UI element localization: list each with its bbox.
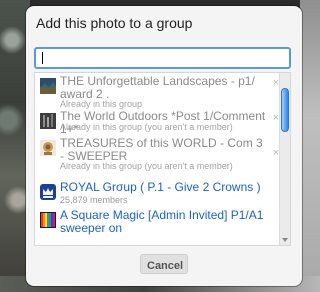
- group-name: TREASURES of this WORLD - Com 3 - SWEEPE…: [60, 136, 263, 163]
- list-scrollbar[interactable]: [279, 73, 290, 245]
- group-name: A Square Magic [Admin Invited] P1/A1 swe…: [60, 208, 264, 235]
- text-caret: [42, 52, 43, 64]
- group-list[interactable]: THE Unforgettable Landscapes - p1/ award…: [34, 72, 291, 246]
- group-item-treasures-world[interactable]: TREASURES of this WORLD - Com 3 - SWEEPE…: [35, 135, 281, 171]
- group-name: ROYAL Grσup ( P.1 - Give 2 Crowns ): [60, 180, 261, 194]
- dialog-title: Add this photo to a group: [36, 15, 193, 31]
- group-item-unforgettable-landscapes[interactable]: THE Unforgettable Landscapes - p1/ award…: [35, 73, 281, 109]
- group-search-field[interactable]: [34, 47, 291, 69]
- royal-crown-icon: [40, 184, 56, 200]
- add-to-group-dialog: Add this photo to a group THE Unforgetta…: [26, 6, 302, 286]
- square-magic-icon: [40, 212, 56, 228]
- scrollbar-thumb[interactable]: [281, 88, 289, 132]
- group-item-square-magic[interactable]: A Square Magic [Admin Invited] P1/A1 swe…: [35, 207, 281, 243]
- cancel-button[interactable]: Cancel: [140, 254, 188, 274]
- landscape-thumb-icon: [40, 78, 56, 94]
- group-status: Already in this group (you aren't a memb…: [60, 122, 233, 132]
- group-status: Already in this group (you aren't a memb…: [60, 161, 233, 171]
- scroll-down-arrow-icon[interactable]: [282, 238, 288, 242]
- outdoors-thumb-icon: [40, 113, 56, 129]
- group-name: THE Unforgettable Landscapes - p1/ award…: [60, 74, 255, 101]
- treasures-thumb-icon: [40, 140, 56, 156]
- group-status: 25,879 members: [60, 195, 128, 205]
- group-search-input[interactable]: [36, 49, 289, 67]
- background-photo-right: [300, 0, 320, 292]
